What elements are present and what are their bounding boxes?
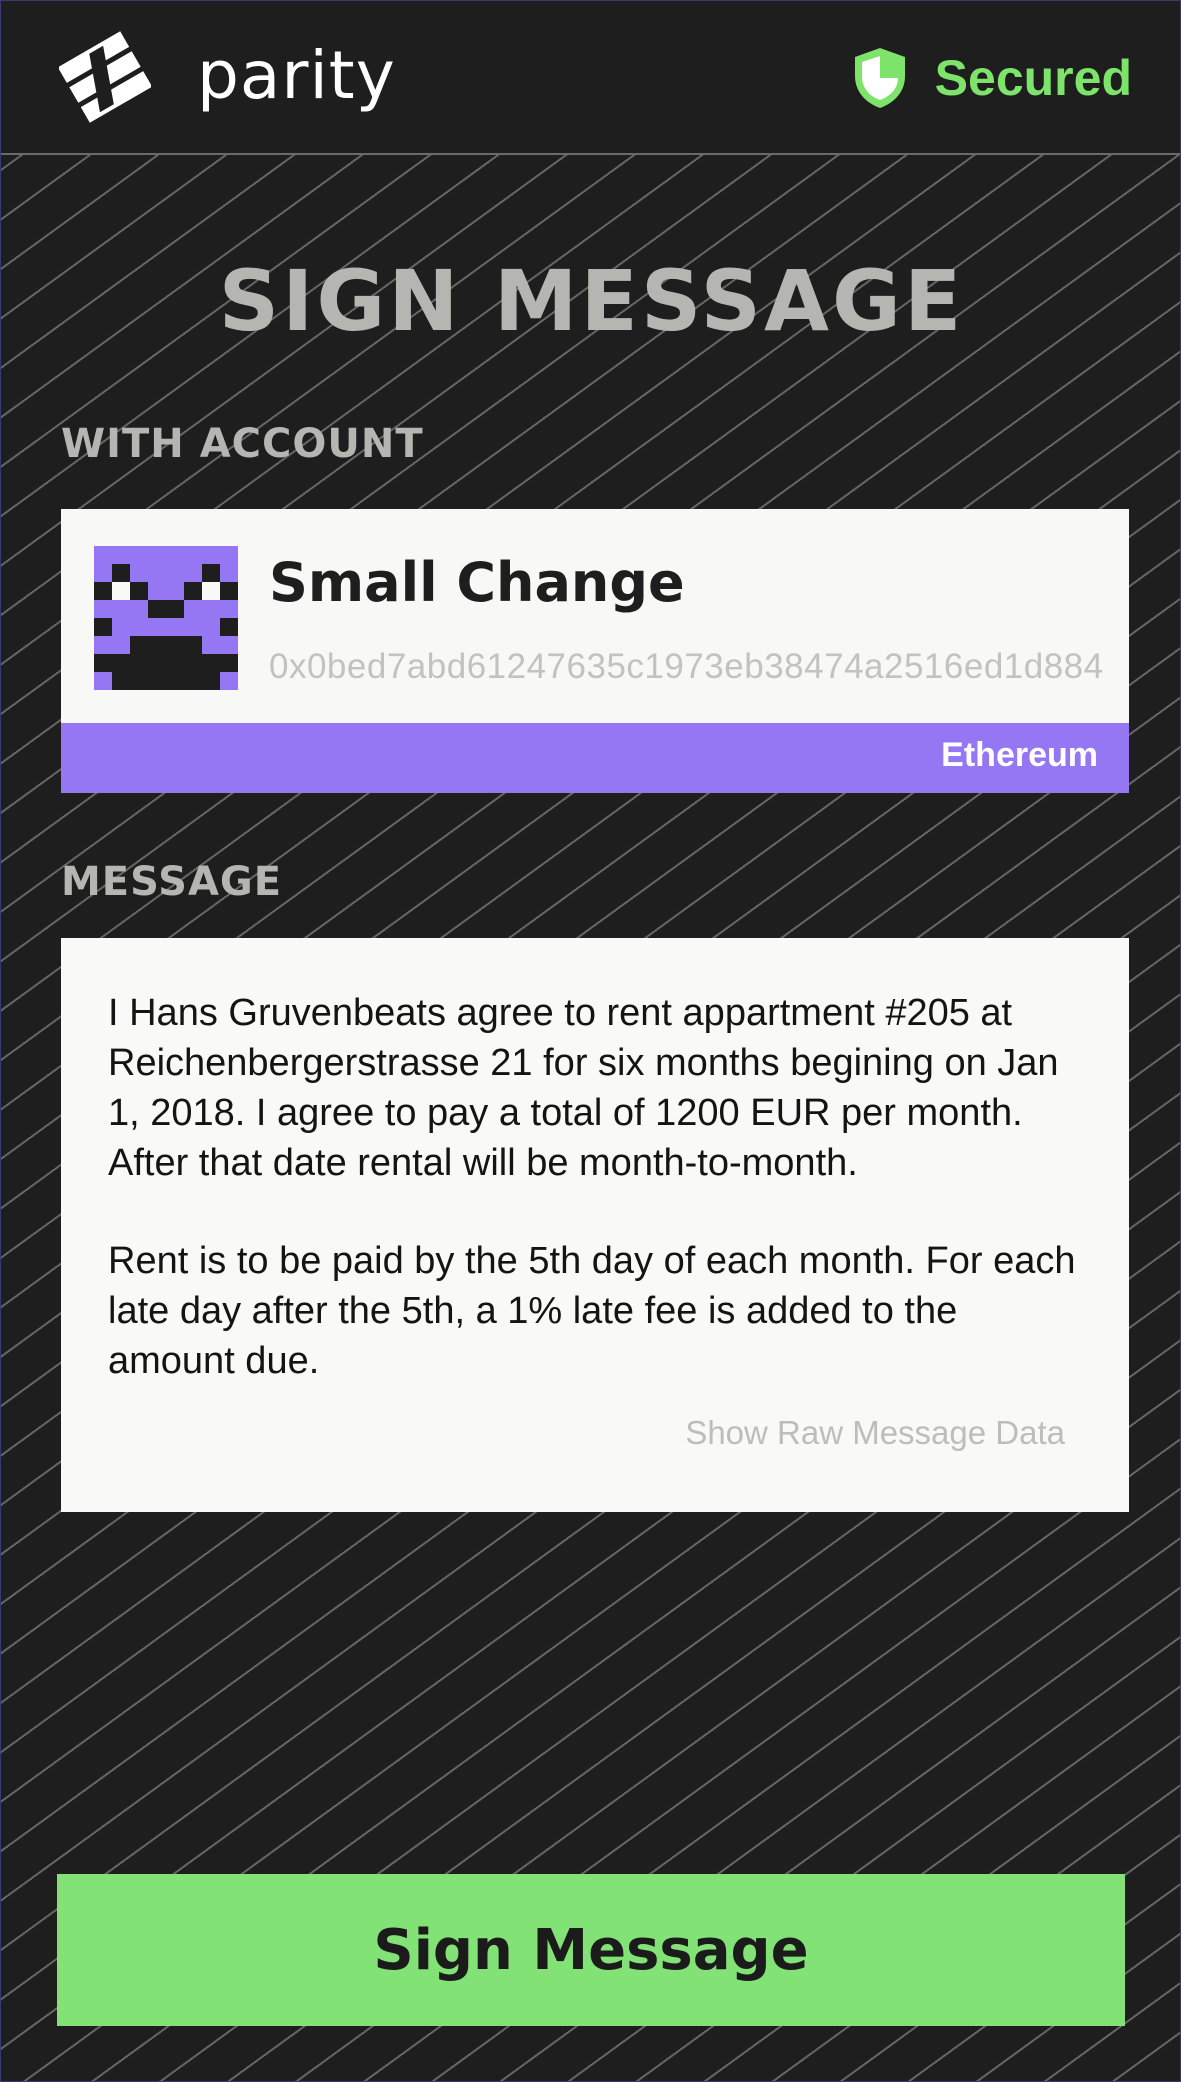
account-section-label: WITH ACCOUNT — [61, 421, 424, 467]
identicon-cell — [130, 582, 148, 600]
identicon-cell — [220, 618, 238, 636]
identicon-cell — [220, 564, 238, 582]
identicon-cell — [148, 618, 166, 636]
identicon-cell — [148, 564, 166, 582]
identicon-cell — [130, 654, 148, 672]
identicon-cell — [202, 672, 220, 690]
secured-label: Secured — [934, 50, 1132, 106]
identicon-cell — [130, 600, 148, 618]
account-name: Small Change — [269, 551, 685, 614]
parity-logo-icon — [59, 31, 151, 123]
identicon-cell — [112, 582, 130, 600]
identicon-cell — [184, 618, 202, 636]
identicon-cell — [148, 582, 166, 600]
account-card[interactable]: Small Change 0x0bed7abd61247635c1973eb38… — [61, 509, 1129, 793]
identicon-cell — [112, 600, 130, 618]
top-bar: parity Secured — [1, 1, 1180, 155]
identicon-cell — [220, 600, 238, 618]
brand-name: parity — [197, 37, 396, 114]
message-paragraph: Rent is to be paid by the 5th day of eac… — [108, 1240, 1076, 1382]
identicon-cell — [112, 564, 130, 582]
page-title: SIGN MESSAGE — [218, 252, 965, 350]
identicon-cell — [202, 564, 220, 582]
network-badge: Ethereum — [61, 723, 1129, 793]
identicon-cell — [202, 618, 220, 636]
identicon-cell — [202, 636, 220, 654]
identicon-cell — [148, 600, 166, 618]
identicon-cell — [220, 582, 238, 600]
identicon-cell — [112, 618, 130, 636]
identicon-cell — [94, 618, 112, 636]
message-text: I Hans Gruvenbeats agree to rent appartm… — [108, 988, 1088, 1434]
identicon-cell — [166, 654, 184, 672]
identicon-cell — [130, 546, 148, 564]
identicon-cell — [94, 546, 112, 564]
message-card: I Hans Gruvenbeats agree to rent appartm… — [61, 938, 1129, 1512]
identicon-cell — [166, 582, 184, 600]
identicon-cell — [166, 546, 184, 564]
identicon-cell — [220, 672, 238, 690]
sign-message-button[interactable]: Sign Message — [57, 1874, 1125, 2026]
identicon-cell — [202, 582, 220, 600]
identicon-cell — [166, 600, 184, 618]
security-status: Secured — [853, 43, 1132, 113]
identicon-cell — [148, 654, 166, 672]
identicon-cell — [130, 618, 148, 636]
identicon-cell — [220, 546, 238, 564]
identicon-cell — [94, 654, 112, 672]
identicon-cell — [166, 618, 184, 636]
identicon-cell — [130, 636, 148, 654]
identicon-cell — [184, 654, 202, 672]
network-label: Ethereum — [941, 736, 1098, 774]
identicon-cell — [94, 636, 112, 654]
identicon-cell — [148, 672, 166, 690]
identicon-cell — [184, 636, 202, 654]
identicon-cell — [94, 582, 112, 600]
identicon-cell — [166, 672, 184, 690]
identicon-cell — [202, 600, 220, 618]
identicon-cell — [220, 636, 238, 654]
sign-message-screen: parity Secured SIGN MESSAGE WITH ACCOUNT… — [0, 0, 1181, 2082]
identicon-cell — [112, 654, 130, 672]
identicon-cell — [94, 564, 112, 582]
identicon-cell — [184, 582, 202, 600]
account-address: 0x0bed7abd61247635c1973eb38474a2516ed1d8… — [269, 647, 1104, 686]
identicon-cell — [184, 672, 202, 690]
identicon-cell — [112, 636, 130, 654]
show-raw-message-link[interactable]: Show Raw Message Data — [685, 1414, 1065, 1452]
message-section-label: MESSAGE — [61, 859, 283, 905]
identicon-cell — [94, 600, 112, 618]
identicon-cell — [112, 546, 130, 564]
identicon-cell — [202, 546, 220, 564]
identicon-cell — [166, 564, 184, 582]
account-identicon — [94, 546, 238, 690]
identicon-cell — [112, 672, 130, 690]
message-paragraph: I Hans Gruvenbeats agree to rent appartm… — [108, 992, 1059, 1184]
identicon-cell — [184, 564, 202, 582]
identicon-cell — [130, 564, 148, 582]
identicon-cell — [220, 654, 238, 672]
identicon-cell — [184, 546, 202, 564]
identicon-cell — [184, 600, 202, 618]
identicon-cell — [148, 546, 166, 564]
identicon-cell — [166, 636, 184, 654]
shield-icon — [854, 48, 905, 108]
identicon-cell — [130, 672, 148, 690]
identicon-cell — [94, 672, 112, 690]
identicon-cell — [202, 654, 220, 672]
identicon-cell — [148, 636, 166, 654]
